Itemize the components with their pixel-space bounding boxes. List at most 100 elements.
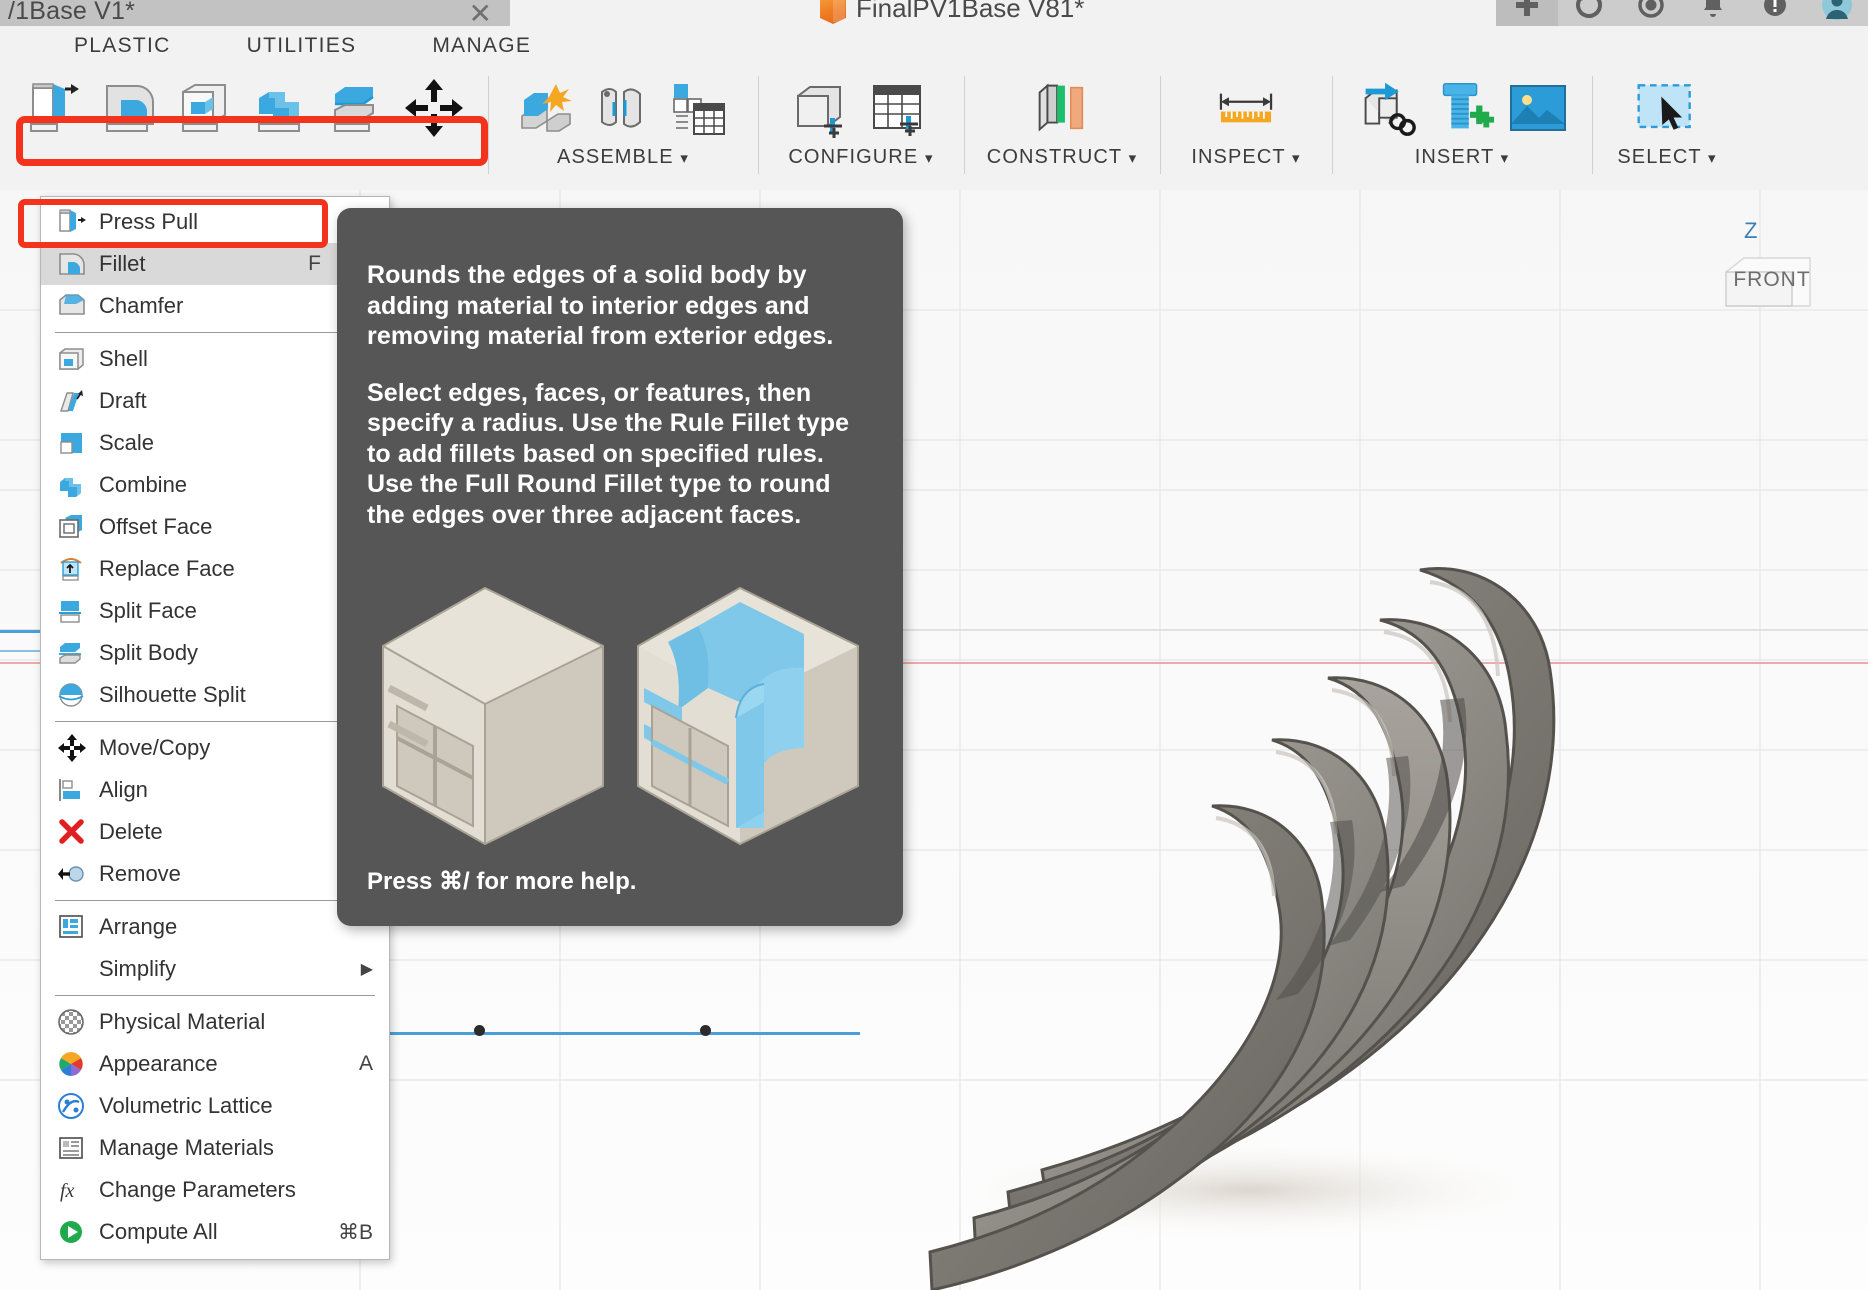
split-body-icon[interactable] [324, 72, 392, 144]
ribbon-tab-plastic[interactable]: PLASTIC [28, 34, 209, 58]
active-document-tab[interactable]: FinalPV1Base V81* ✕ [820, 0, 1550, 28]
ribbon-group-modify: MODIFY ▾ [0, 66, 488, 258]
menu-item-compute-all[interactable]: Compute All ⌘B [41, 1211, 389, 1253]
split-face-icon [55, 594, 89, 628]
top-right-icon-cluster [1496, 0, 1868, 28]
view-cube[interactable]: Z FRONT [1710, 218, 1828, 340]
job-status-icon[interactable] [1620, 0, 1682, 28]
volumetric-lattice-icon [55, 1089, 89, 1123]
offset-face-icon [55, 510, 89, 544]
menu-item-label: Appearance [99, 1051, 218, 1076]
construct-dropdown-label[interactable]: CONSTRUCT ▾ [987, 146, 1137, 169]
tooltip-footer: Press ⌘/ for more help. [367, 868, 637, 895]
fusion-document-icon [820, 0, 846, 24]
measure-icon[interactable] [1212, 72, 1280, 144]
menu-item-change-parameters[interactable]: fx Change Parameters [41, 1169, 389, 1211]
new-component-icon[interactable] [513, 72, 581, 144]
menu-item-label: Volumetric Lattice [99, 1093, 273, 1118]
sync-icon[interactable] [1558, 0, 1620, 28]
remove-icon [55, 857, 89, 891]
configure-dropdown-label[interactable]: CONFIGURE ▾ [788, 146, 933, 169]
replace-face-icon [55, 552, 89, 586]
assemble-dropdown-label[interactable]: ASSEMBLE ▾ [557, 146, 689, 169]
combine-icon [55, 468, 89, 502]
align-icon [55, 773, 89, 807]
menu-item-label: Simplify [99, 956, 177, 981]
viewcube-front-label[interactable]: FRONT [1726, 268, 1818, 292]
menu-item-label: Align [99, 777, 148, 802]
inspect-icon-row [1212, 66, 1280, 144]
construct-label: CONSTRUCT [986, 146, 1122, 168]
ribbon-tab-utilities[interactable]: UTILITIES [209, 34, 395, 58]
chevron-down-icon: ▾ [1128, 150, 1138, 167]
as-built-joint-icon[interactable] [665, 72, 733, 144]
menu-item-volumetric-lattice[interactable]: Volumetric Lattice [41, 1085, 389, 1127]
inspect-dropdown-label[interactable]: INSPECT ▾ [1191, 146, 1300, 169]
background-tab-close-icon[interactable]: ✕ [469, 0, 492, 28]
delete-x-icon [55, 815, 89, 849]
menu-item-label: Scale [99, 430, 155, 455]
configuration-table-icon[interactable] [865, 72, 933, 144]
shell-icon[interactable] [172, 72, 240, 144]
menu-item-simplify[interactable]: Simplify ▶ [41, 948, 389, 990]
select-cursor-icon[interactable] [1633, 72, 1701, 144]
menu-item-label: Shell [99, 346, 148, 371]
sketch-point[interactable] [474, 1025, 485, 1036]
menu-item-manage-materials[interactable]: Manage Materials [41, 1127, 389, 1169]
menu-item-appearance[interactable]: Appearance A [41, 1043, 389, 1085]
combine-icon[interactable] [248, 72, 316, 144]
avatar[interactable] [1806, 0, 1868, 28]
select-dropdown-label[interactable]: SELECT ▾ [1617, 146, 1716, 169]
menu-item-shortcut: A [358, 1052, 373, 1075]
menu-item-label: Split Body [99, 640, 199, 665]
inspect-label: INSPECT [1191, 146, 1286, 168]
manage-materials-icon [55, 1131, 89, 1165]
chevron-down-icon: ▾ [1500, 150, 1510, 167]
menu-item-shortcut: F [308, 252, 321, 275]
offset-plane-icon[interactable] [1028, 72, 1096, 144]
menu-item-label: Remove [99, 861, 181, 886]
menu-item-label: Silhouette Split [99, 682, 246, 707]
fillet-icon[interactable] [96, 72, 164, 144]
menu-item-label: Split Face [99, 598, 197, 623]
fillet-tooltip-panel: Rounds the edges of a solid body by addi… [337, 208, 903, 926]
draft-icon [55, 384, 89, 418]
chevron-down-icon: ▾ [680, 150, 689, 167]
appearance-icon [55, 1047, 89, 1081]
move-copy-icon[interactable] [400, 72, 468, 144]
menu-item-label: Fillet [99, 251, 146, 276]
menu-item-physical-material[interactable]: Physical Material [41, 1001, 389, 1043]
joint-icon[interactable] [589, 72, 657, 144]
menu-item-label: Compute All [99, 1219, 218, 1244]
arrange-icon [55, 910, 89, 944]
insert-label: INSERT [1414, 146, 1494, 168]
ribbon-tab-manage[interactable]: MANAGE [394, 34, 569, 58]
svg-text:fx: fx [60, 1180, 75, 1202]
insert-icon-row [1352, 66, 1572, 144]
model-body[interactable] [780, 330, 1868, 1290]
ribbon: PLASTIC UTILITIES MANAGE ASSEMBLE ▾ CONF… [0, 26, 1868, 258]
insert-derive-icon[interactable] [1352, 72, 1420, 144]
assemble-icon-row [513, 66, 733, 144]
new-tab-icon[interactable] [1496, 0, 1558, 28]
chevron-down-icon: ▾ [1708, 150, 1717, 167]
configuration-icon[interactable] [789, 72, 857, 144]
move-copy-icon [55, 731, 89, 765]
chevron-down-icon: ▾ [1292, 150, 1301, 167]
menu-item-label: Combine [99, 472, 188, 497]
press-pull-icon [55, 205, 89, 239]
press-pull-icon[interactable] [20, 72, 88, 144]
insert-dropdown-label[interactable]: INSERT ▾ [1415, 146, 1510, 169]
help-info-icon[interactable] [1744, 0, 1806, 28]
insert-mcmaster-icon[interactable] [1428, 72, 1496, 144]
menu-item-label: Draft [99, 388, 147, 413]
menu-item-label: Manage Materials [99, 1135, 274, 1160]
sketch-point[interactable] [700, 1025, 711, 1036]
menu-separator [55, 995, 375, 996]
insert-image-icon[interactable] [1504, 72, 1572, 144]
menu-item-shortcut: ⌘B [337, 1220, 373, 1244]
fillet-before-after-illustration [382, 586, 859, 846]
select-label: SELECT [1617, 146, 1702, 168]
notifications-bell-icon[interactable] [1682, 0, 1744, 28]
tooltip-paragraph-1: Rounds the edges of a solid body by addi… [367, 261, 834, 350]
